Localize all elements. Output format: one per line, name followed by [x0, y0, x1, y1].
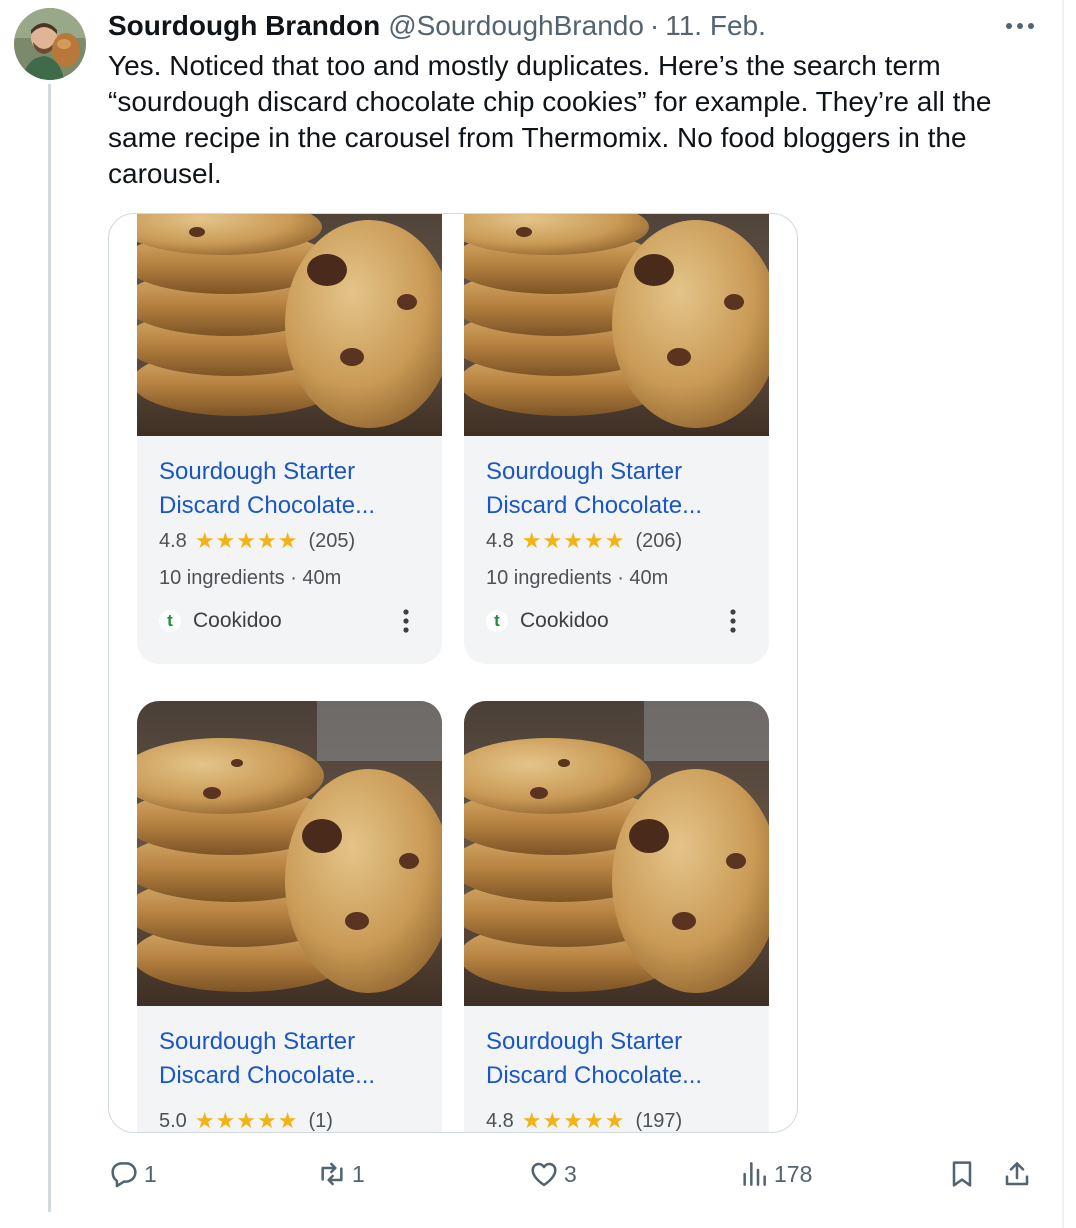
separator-dot: · [649, 10, 660, 41]
recipe-card[interactable]: Sourdough Starter Discard Chocolate... 4… [464, 214, 769, 664]
star-rating-icon: ★★★★★ [521, 528, 626, 553]
like-count: 3 [564, 1160, 577, 1187]
source-name: Cookidoo [520, 609, 609, 632]
rating-value: 4.8 [486, 1109, 514, 1132]
avatar[interactable] [14, 8, 86, 80]
cookie-image [137, 701, 442, 1006]
recipe-source[interactable]: t Cookidoo [159, 606, 282, 636]
cookidoo-favicon: t [159, 610, 181, 632]
repost-button[interactable]: 1 [316, 1156, 365, 1192]
tweet-text: Yes. Noticed that too and mostly duplica… [108, 50, 992, 189]
rating-value: 4.8 [486, 529, 514, 552]
repost-count: 1 [352, 1160, 365, 1187]
recipe-card[interactable]: Sourdough Starter Discard Chocolate... 5… [137, 701, 442, 1133]
author-handle[interactable]: @SourdoughBrando [388, 10, 644, 42]
cookie-image [464, 701, 769, 1006]
recipe-title[interactable]: Sourdough Starter Discard Chocolate... [486, 455, 756, 523]
reply-icon [111, 1162, 137, 1188]
views-count: 178 [774, 1160, 813, 1187]
rating-value: 5.0 [159, 1109, 187, 1132]
tweet-header: Sourdough Brandon @SourdoughBrando · 11.… [108, 8, 766, 44]
star-rating-icon: ★★★★★ [521, 1108, 626, 1133]
thread-line [48, 84, 51, 1212]
star-rating-icon: ★★★★★ [194, 1108, 299, 1133]
rating-row: 4.8 ★★★★★ (205) [159, 527, 355, 555]
recipe-title-line2: Discard Chocolate... [159, 492, 376, 519]
review-count: (197) [635, 1109, 683, 1132]
recipe-title[interactable]: Sourdough Starter Discard Chocolate... [159, 455, 429, 523]
recipe-title-line1: Sourdough Starter [159, 1028, 356, 1055]
recipe-card[interactable]: Sourdough Starter Discard Chocolate... 4… [137, 214, 442, 664]
rating-row: 4.8 ★★★★★ (197) [486, 1107, 683, 1133]
bookmark-icon [952, 1161, 972, 1187]
card-more-icon[interactable] [396, 606, 416, 636]
recipe-card[interactable]: Sourdough Starter Discard Chocolate... 4… [464, 701, 769, 1133]
source-name: Cookidoo [193, 609, 282, 632]
like-icon [531, 1162, 557, 1187]
views-button[interactable]: 178 [738, 1156, 812, 1192]
share-icon [1005, 1162, 1029, 1186]
recipe-title-line1: Sourdough Starter [486, 458, 683, 485]
reply-button[interactable]: 1 [108, 1156, 157, 1192]
tweet-date[interactable]: 11. Feb. [665, 10, 766, 42]
rating-row: 5.0 ★★★★★ (1) [159, 1107, 333, 1133]
rating-row: 4.8 ★★★★★ (206) [486, 527, 682, 555]
like-button[interactable]: 3 [528, 1156, 577, 1192]
recipe-meta: 10 ingredients · 40m [159, 567, 342, 589]
cookie-image [464, 214, 769, 436]
cookie-image [137, 214, 442, 436]
star-rating-icon: ★★★★★ [194, 528, 299, 553]
recipe-source[interactable]: t Cookidoo [486, 606, 609, 636]
media-attachment[interactable]: Sourdough Starter Discard Chocolate... 4… [108, 213, 798, 1133]
more-icon[interactable] [1000, 8, 1040, 44]
review-count: (206) [635, 529, 683, 552]
column-divider [1062, 0, 1064, 1228]
recipe-title-line2: Discard Chocolate... [486, 1062, 703, 1089]
recipe-title[interactable]: Sourdough Starter Discard Chocolate... [159, 1025, 429, 1093]
recipe-title-line1: Sourdough Starter [486, 1028, 683, 1055]
review-count: (1) [308, 1109, 333, 1132]
reply-count: 1 [144, 1160, 157, 1187]
rating-value: 4.8 [159, 529, 187, 552]
repost-icon [321, 1162, 343, 1186]
card-more-icon[interactable] [723, 606, 743, 636]
bookmark-button[interactable] [946, 1156, 978, 1192]
recipe-title-line2: Discard Chocolate... [486, 492, 703, 519]
share-button[interactable] [1001, 1156, 1033, 1192]
recipe-meta: 10 ingredients · 40m [486, 567, 669, 589]
cookidoo-favicon: t [486, 610, 508, 632]
recipe-title-line2: Discard Chocolate... [159, 1062, 376, 1089]
recipe-title-line1: Sourdough Starter [159, 458, 356, 485]
review-count: (205) [308, 529, 356, 552]
author-name[interactable]: Sourdough Brandon [108, 10, 380, 42]
views-icon [743, 1162, 766, 1186]
recipe-title[interactable]: Sourdough Starter Discard Chocolate... [486, 1025, 756, 1093]
